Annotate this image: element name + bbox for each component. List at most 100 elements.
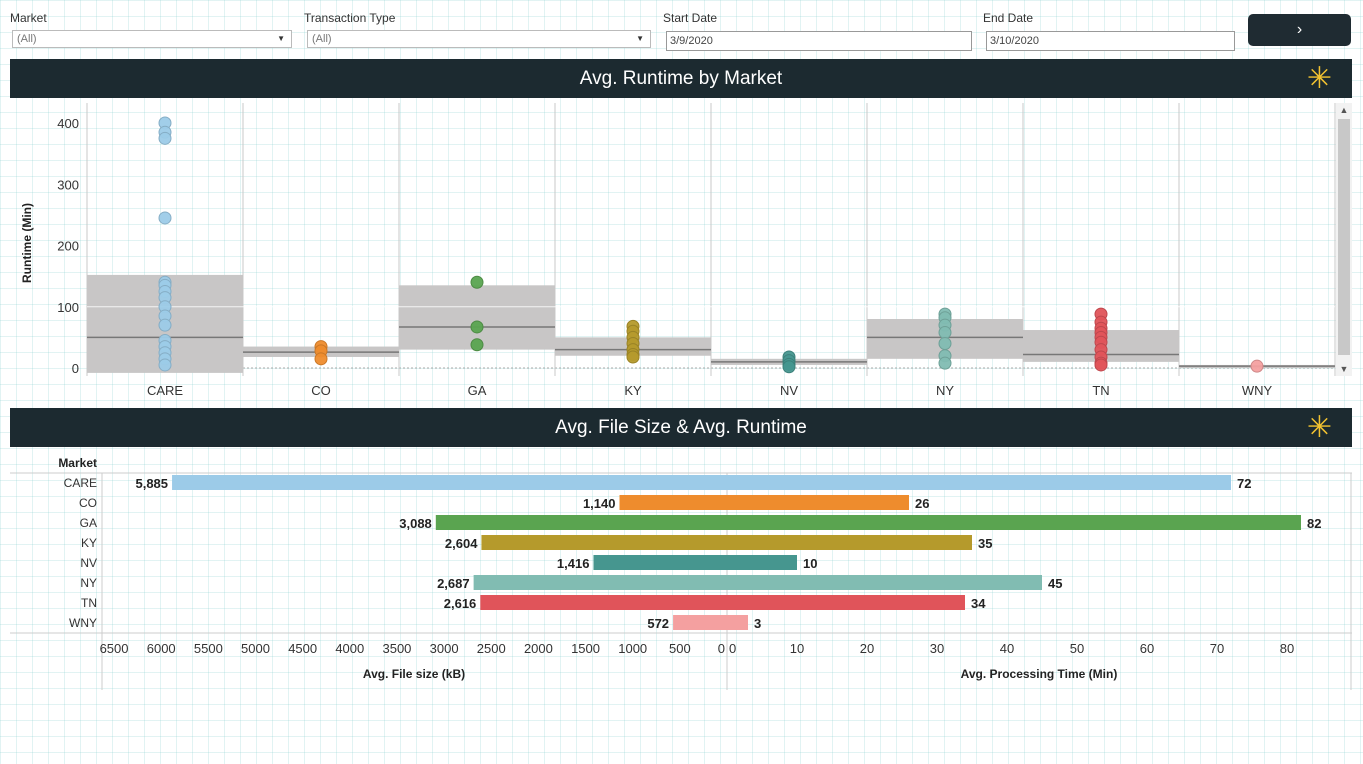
filesize-chart-header: Avg. File Size & Avg. Runtime ✳ xyxy=(10,408,1352,447)
filesize-bar[interactable] xyxy=(619,495,727,510)
x-category-label: NV xyxy=(780,383,798,398)
y-tick-label: 300 xyxy=(57,177,79,192)
filesize-bar[interactable] xyxy=(435,515,727,530)
runtime-bar[interactable] xyxy=(727,535,972,550)
left-axis-tick: 5000 xyxy=(241,641,270,656)
runtime-bar[interactable] xyxy=(727,575,1042,590)
x-category-label: NY xyxy=(936,383,954,398)
data-point[interactable] xyxy=(1094,358,1108,372)
filesize-bar[interactable] xyxy=(593,555,727,570)
x-category-label: CO xyxy=(311,383,331,398)
asterisk-icon[interactable]: ✳ xyxy=(1307,408,1332,447)
filesize-runtime-chart: 5,885 72 1,140 26 3,088 82 2,604 35 1,416 10 2,687… xyxy=(10,456,1352,690)
right-axis-tick: 50 xyxy=(1070,641,1084,656)
right-axis-tick: 60 xyxy=(1140,641,1154,656)
right-axis-tick: 30 xyxy=(930,641,944,656)
runtime-bar[interactable] xyxy=(727,495,909,510)
start-date-input[interactable]: 3/9/2020 xyxy=(666,31,972,51)
data-point[interactable] xyxy=(938,356,952,370)
runtime-value-label: 45 xyxy=(1048,576,1062,591)
filesize-value-label: 2,616 xyxy=(444,596,477,611)
data-point[interactable] xyxy=(626,350,640,364)
runtime-bar[interactable] xyxy=(727,595,965,610)
runtime-chart-title: Avg. Runtime by Market xyxy=(579,68,783,89)
data-point[interactable] xyxy=(158,131,172,145)
data-point[interactable] xyxy=(314,352,328,366)
market-select[interactable]: (All) ▼ xyxy=(12,30,292,48)
right-axis-title: Avg. Processing Time (Min) xyxy=(961,667,1118,681)
right-axis-tick: 40 xyxy=(1000,641,1014,656)
runtime-value-label: 10 xyxy=(803,556,817,571)
market-select-value: (All) xyxy=(17,33,37,45)
y-tick-label: 400 xyxy=(57,116,79,131)
runtime-value-label: 72 xyxy=(1237,476,1251,491)
filesize-bar[interactable] xyxy=(172,475,727,490)
filesize-bar[interactable] xyxy=(481,535,727,550)
runtime-bar[interactable] xyxy=(727,555,797,570)
left-axis-tick: 5500 xyxy=(194,641,223,656)
asterisk-icon[interactable]: ✳ xyxy=(1307,59,1332,98)
scroll-down-icon[interactable]: ▼ xyxy=(1336,362,1352,376)
data-point[interactable] xyxy=(470,320,484,334)
data-point[interactable] xyxy=(1250,359,1264,373)
x-category-label: WNY xyxy=(1242,383,1273,398)
x-category-label: TN xyxy=(1092,383,1109,398)
filesize-value-label: 2,687 xyxy=(437,576,470,591)
scrollbar-thumb[interactable] xyxy=(1338,119,1350,355)
filesize-value-label: 2,604 xyxy=(445,536,478,551)
right-axis-tick: 0 xyxy=(729,641,736,656)
row-label: KY xyxy=(81,536,97,550)
filesize-value-label: 5,885 xyxy=(135,476,168,491)
y-tick-label: 0 xyxy=(72,361,79,376)
y-axis-label: Runtime (Min) xyxy=(20,203,34,283)
left-axis-tick: 1500 xyxy=(571,641,600,656)
runtime-value-label: 26 xyxy=(915,496,929,511)
row-label: CO xyxy=(79,496,97,510)
next-page-button[interactable]: › xyxy=(1248,14,1351,46)
dropdown-arrow-icon: ▼ xyxy=(636,34,644,43)
vertical-scrollbar[interactable]: ▲ ▼ xyxy=(1336,103,1352,376)
end-date-label: End Date xyxy=(983,11,1034,25)
data-point[interactable] xyxy=(158,211,172,225)
filesize-value-label: 3,088 xyxy=(399,516,432,531)
row-label: GA xyxy=(80,516,97,530)
right-axis-tick: 10 xyxy=(790,641,804,656)
filesize-bar[interactable] xyxy=(480,595,727,610)
data-point[interactable] xyxy=(782,360,796,374)
runtime-value-label: 35 xyxy=(978,536,992,551)
filesize-bar[interactable] xyxy=(473,575,727,590)
data-point[interactable] xyxy=(158,318,172,332)
data-point[interactable] xyxy=(470,275,484,289)
data-point[interactable] xyxy=(158,358,172,372)
transaction-type-filter-label: Transaction Type xyxy=(304,11,396,25)
data-point[interactable] xyxy=(470,338,484,352)
dropdown-arrow-icon: ▼ xyxy=(277,34,285,43)
row-header-label: Market xyxy=(58,456,97,470)
row-label: TN xyxy=(81,596,97,610)
x-category-label: GA xyxy=(468,383,487,398)
row-label: WNY xyxy=(69,616,97,630)
left-axis-tick: 0 xyxy=(718,641,725,656)
data-point[interactable] xyxy=(938,325,952,339)
left-axis-tick: 2000 xyxy=(524,641,553,656)
data-point[interactable] xyxy=(938,337,952,350)
left-axis-tick: 6500 xyxy=(100,641,129,656)
filesize-value-label: 572 xyxy=(647,616,669,631)
right-axis-tick: 20 xyxy=(860,641,874,656)
runtime-value-label: 3 xyxy=(754,616,761,631)
runtime-by-market-chart: Runtime (Min) 0 100 200 300 400 CARE CO GA KY NV NY… xyxy=(20,103,1336,398)
x-category-label: CARE xyxy=(147,383,183,398)
market-filter-label: Market xyxy=(10,11,47,25)
scroll-up-icon[interactable]: ▲ xyxy=(1336,103,1352,117)
runtime-bar[interactable] xyxy=(727,475,1231,490)
x-category-label: KY xyxy=(624,383,642,398)
runtime-value-label: 82 xyxy=(1307,516,1321,531)
filesize-bar[interactable] xyxy=(673,615,727,630)
row-label: NV xyxy=(80,556,97,570)
runtime-bar[interactable] xyxy=(727,615,748,630)
runtime-bar[interactable] xyxy=(727,515,1301,530)
transaction-type-select[interactable]: (All) ▼ xyxy=(307,30,651,48)
left-axis-tick: 3500 xyxy=(382,641,411,656)
transaction-type-select-value: (All) xyxy=(312,33,332,45)
end-date-input[interactable]: 3/10/2020 xyxy=(986,31,1235,51)
